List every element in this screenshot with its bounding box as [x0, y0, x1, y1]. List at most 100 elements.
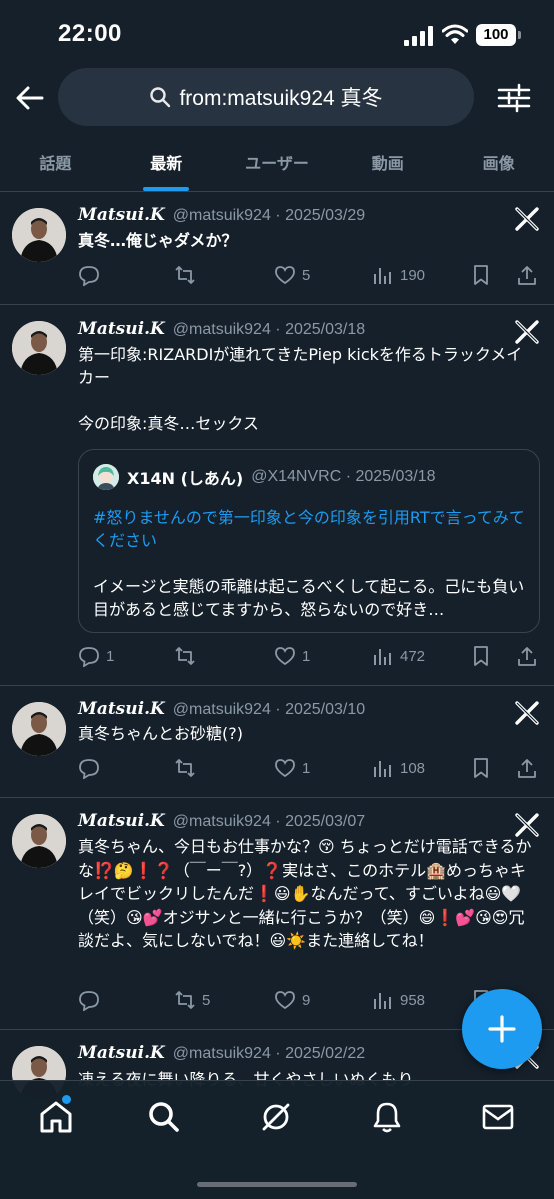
search-icon	[150, 87, 171, 108]
heart-icon	[275, 991, 295, 1010]
tab-media[interactable]: 画像	[443, 130, 554, 191]
avatar[interactable]	[12, 208, 66, 262]
share-button[interactable]	[516, 756, 538, 780]
tweet-actions: 1 1 472	[78, 644, 542, 668]
share-icon	[518, 647, 536, 666]
tab-top[interactable]: 話題	[0, 130, 111, 191]
reply-button[interactable]	[78, 988, 106, 1012]
author-name[interactable]: 𝑴𝒂𝒕𝒔𝒖𝒊.𝑲	[78, 1043, 165, 1063]
tab-videos[interactable]: 動画	[332, 130, 443, 191]
tweet-text: 真冬ちゃん、今日もお仕事かな？😚 ちょっとだけ電話できるかな⁉️🤔❗❓（￣ー￣?…	[78, 837, 532, 950]
author-name[interactable]: 𝑴𝒂𝒕𝒔𝒖𝒊.𝑲	[78, 205, 165, 225]
reply-icon	[79, 991, 99, 1011]
quoted-avatar	[93, 464, 119, 490]
retweet-button[interactable]	[174, 644, 202, 668]
views-chart-icon	[374, 761, 391, 777]
bookmark-button[interactable]	[470, 644, 492, 668]
quoted-author-handle-date: @X14NVRC · 2025/03/18	[251, 468, 436, 485]
quoted-author-name: X14N (しあん)	[127, 469, 244, 488]
views-button[interactable]: 958	[372, 988, 425, 1012]
grok-icon[interactable]	[258, 1099, 294, 1135]
like-button[interactable]: 5	[274, 263, 310, 287]
tweet-actions: 1 108	[78, 756, 542, 780]
tweet[interactable]: 𝑴𝒂𝒕𝒔𝒖𝒊.𝑲 @matsuik924 · 2025/03/10 真冬ちゃんと…	[0, 686, 554, 798]
author-name[interactable]: 𝑴𝒂𝒕𝒔𝒖𝒊.𝑲	[78, 811, 165, 831]
like-button[interactable]: 9	[274, 988, 310, 1012]
author-handle-date: @matsuik924 · 2025/03/29	[172, 207, 366, 224]
tab-people[interactable]: ユーザー	[222, 130, 333, 191]
author-name[interactable]: 𝑴𝒂𝒕𝒔𝒖𝒊.𝑲	[78, 319, 165, 339]
like-button[interactable]: 1	[274, 644, 310, 668]
like-button[interactable]: 1	[274, 756, 310, 780]
views-chart-icon	[374, 993, 391, 1009]
bookmark-button[interactable]	[470, 263, 492, 287]
author-name[interactable]: 𝑴𝒂𝒕𝒔𝒖𝒊.𝑲	[78, 699, 165, 719]
author-handle-date: @matsuik924 · 2025/03/10	[172, 701, 366, 718]
avatar[interactable]	[12, 321, 66, 375]
tweet-text: 真冬ちゃんとお砂糖(?)	[78, 724, 243, 743]
retweet-button[interactable]: 5	[174, 988, 210, 1012]
tweet[interactable]: 𝑴𝒂𝒕𝒔𝒖𝒊.𝑲 @matsuik924 · 2025/03/07 真冬ちゃん、…	[0, 798, 554, 1030]
hashtag-link[interactable]: #怒りませんので第一印象と今の印象を引用RTで言ってみてください	[93, 506, 525, 552]
heart-icon	[275, 647, 295, 666]
plus-icon	[488, 1015, 516, 1043]
reply-button[interactable]	[78, 263, 106, 287]
notification-dot	[62, 1095, 71, 1104]
heart-icon	[275, 266, 295, 285]
reply-icon	[79, 759, 99, 779]
search-tabs: 話題 最新 ユーザー 動画 画像	[0, 130, 554, 192]
quoted-text: #怒りませんので第一印象と今の印象を引用RTで言ってみてください イメージと実態…	[93, 506, 525, 621]
tab-latest[interactable]: 最新	[111, 130, 222, 191]
avatar[interactable]	[12, 814, 66, 868]
share-icon	[518, 266, 536, 285]
quoted-body-text: イメージと実態の乖離は起こるべくして起こる。己にも負い目があると感じてますから、…	[93, 577, 525, 619]
reply-icon	[79, 266, 99, 286]
share-button[interactable]	[516, 644, 538, 668]
bookmark-button[interactable]	[470, 756, 492, 780]
reply-button[interactable]: 1	[78, 644, 114, 668]
views-chart-icon	[374, 268, 391, 284]
status-bar: 22:00 100	[0, 0, 554, 66]
bookmark-icon	[474, 265, 488, 285]
tweet[interactable]: 𝑴𝒂𝒕𝒔𝒖𝒊.𝑲 @matsuik924 · 2025/03/18 第一印象:R…	[0, 305, 554, 686]
bookmark-icon	[474, 758, 488, 778]
quoted-tweet[interactable]: X14N (しあん) @X14NVRC · 2025/03/18 #怒りませんの…	[78, 449, 540, 633]
search-icon[interactable]	[146, 1099, 182, 1135]
wifi-icon	[442, 24, 468, 44]
retweet-icon	[175, 266, 195, 284]
home-icon[interactable]	[38, 1099, 74, 1135]
tweet-actions: 5 190	[78, 263, 542, 287]
share-button[interactable]	[516, 263, 538, 287]
retweet-icon	[175, 759, 195, 777]
retweet-button[interactable]	[174, 756, 202, 780]
compose-post-button[interactable]	[462, 989, 542, 1069]
tweet[interactable]: 𝑴𝒂𝒕𝒔𝒖𝒊.𝑲 @matsuik924 · 2025/03/29 真冬…俺じゃ…	[0, 192, 554, 305]
back-arrow-icon[interactable]	[12, 80, 48, 116]
filter-settings-icon[interactable]	[497, 82, 531, 114]
tweet-text: 真冬…俺じゃダメか？	[78, 231, 238, 250]
avatar[interactable]	[12, 702, 66, 756]
status-time: 22:00	[58, 20, 122, 47]
author-handle-date: @matsuik924 · 2025/02/22	[172, 1045, 366, 1062]
battery-indicator: 100	[476, 24, 521, 46]
search-query: from:matsuik924 真冬	[179, 87, 383, 110]
retweet-icon	[175, 647, 195, 665]
share-icon	[518, 759, 536, 778]
views-button[interactable]: 472	[372, 644, 425, 668]
author-handle-date: @matsuik924 · 2025/03/07	[172, 813, 366, 830]
views-chart-icon	[374, 649, 391, 665]
views-button[interactable]: 190	[372, 263, 425, 287]
views-button[interactable]: 108	[372, 756, 425, 780]
reply-icon	[79, 647, 99, 667]
retweet-button[interactable]	[174, 263, 202, 287]
bookmark-icon	[474, 646, 488, 666]
heart-icon	[275, 759, 295, 778]
search-input[interactable]: from:matsuik924 真冬	[58, 68, 474, 126]
x-logo-icon	[515, 320, 539, 344]
home-indicator	[197, 1182, 357, 1187]
bell-icon[interactable]	[369, 1099, 405, 1135]
reply-button[interactable]	[78, 756, 106, 780]
mail-icon[interactable]	[480, 1099, 516, 1135]
author-handle-date: @matsuik924 · 2025/03/18	[172, 321, 366, 338]
cellular-signal-icon	[404, 26, 433, 46]
